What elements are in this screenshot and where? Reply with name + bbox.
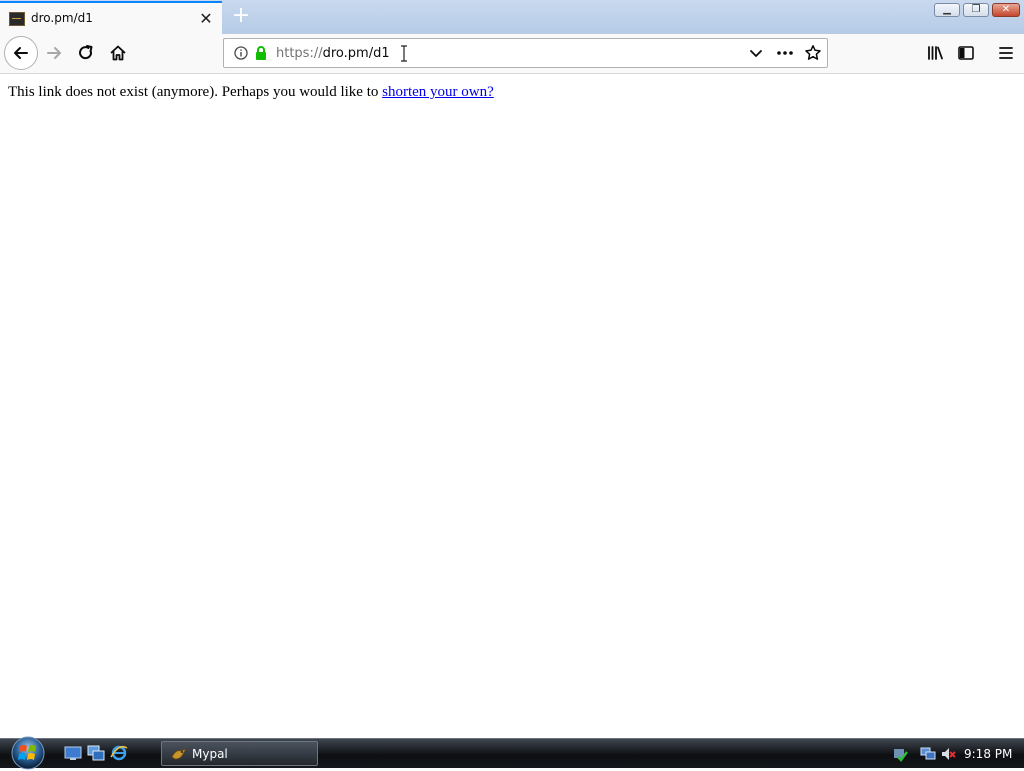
shorten-link[interactable]: shorten your own? [382,84,494,100]
mypal-app-icon [171,748,187,760]
back-icon [14,47,28,59]
tab-close-icon[interactable]: ✕ [196,9,216,29]
dropdown-icon[interactable] [748,45,764,61]
taskbar-item-mypal[interactable]: Mypal [161,741,318,766]
reload-button[interactable] [71,38,101,68]
system-clock[interactable]: 9:18 PM [964,747,1012,761]
taskbar: Mypal 9:18 PM [0,735,1024,771]
url-scheme: https:// [276,46,323,61]
network-icon[interactable] [920,746,936,762]
nav-toolbar: https://dro.pm/d1 [0,34,1024,74]
sidebar-icon [958,46,974,60]
info-icon[interactable] [234,46,248,60]
error-message: This link does not exist (anymore). Perh… [8,84,494,101]
sidebar-button[interactable] [951,38,981,68]
window-close-button[interactable]: ✕ [992,3,1020,17]
reload-icon [79,45,93,60]
forward-button[interactable] [39,38,69,68]
bookmark-star-icon[interactable] [804,44,822,62]
home-icon [110,45,126,61]
url-text[interactable]: https://dro.pm/d1 [276,46,390,61]
back-button[interactable] [4,36,38,70]
window-restore-button[interactable]: ❐ [963,3,989,17]
menu-icon [999,47,1013,59]
window-minimize-button[interactable]: ▁ [934,3,960,17]
windows-update-icon[interactable] [892,746,908,762]
show-desktop-icon[interactable] [64,745,82,761]
url-bar[interactable]: https://dro.pm/d1 [223,38,828,68]
page-content: This link does not exist (anymore). Perh… [0,74,1024,738]
internet-explorer-icon[interactable] [110,745,128,761]
tab-active[interactable]: dro.pm/d1 ✕ [0,1,222,34]
new-tab-button[interactable]: + [229,4,253,28]
page-actions-icon[interactable] [776,45,794,61]
lock-icon[interactable] [254,45,268,61]
menu-button[interactable] [991,38,1021,68]
message-text: This link does not exist (anymore). Perh… [8,84,383,100]
library-button[interactable] [920,38,950,68]
switch-windows-icon[interactable] [87,745,105,761]
tab-title: dro.pm/d1 [31,11,93,25]
volume-muted-icon[interactable] [940,746,956,762]
text-cursor-icon [401,45,407,62]
home-button[interactable] [103,38,133,68]
url-host-path: dro.pm/d1 [322,46,390,61]
forward-icon [47,47,61,59]
tab-strip: dro.pm/d1 ✕ + ▁ ❐ ✕ [0,0,1024,34]
library-icon [928,46,943,60]
start-button-icon[interactable] [8,735,48,771]
site-favicon-icon [9,12,25,26]
taskbar-item-label: Mypal [192,747,228,761]
